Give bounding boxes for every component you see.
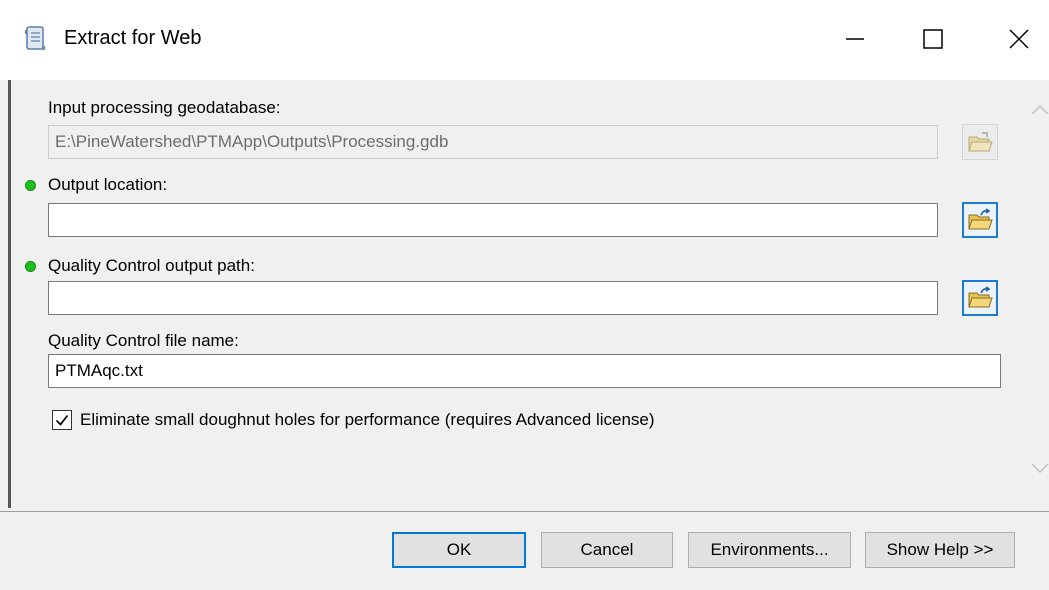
scroll-down-arrow-icon[interactable] (1030, 458, 1049, 478)
environments-button[interactable]: Environments... (688, 532, 851, 568)
qc-file-name-label: Quality Control file name: (48, 331, 239, 350)
show-help-button[interactable]: Show Help >> (865, 532, 1015, 568)
maximize-button[interactable] (910, 16, 956, 62)
required-dot-icon (25, 180, 36, 191)
maximize-icon (923, 29, 943, 49)
open-folder-icon (968, 286, 993, 308)
checkmark-icon (55, 415, 69, 426)
open-folder-icon (968, 132, 993, 152)
input-gdb-label: Input processing geodatabase: (48, 98, 281, 117)
input-gdb-browse-button (962, 124, 998, 160)
scroll-up-arrow-icon[interactable] (1030, 100, 1049, 120)
ok-button[interactable]: OK (392, 532, 526, 568)
minimize-icon (846, 38, 864, 40)
eliminate-holes-label[interactable]: Eliminate small doughnut holes for perfo… (80, 410, 655, 430)
qc-file-name-field[interactable] (48, 354, 1001, 388)
script-tool-icon (24, 26, 46, 51)
qc-output-path-label: Quality Control output path: (48, 256, 255, 275)
window-title: Extract for Web (64, 27, 202, 49)
title-bar: Extract for Web (0, 0, 1049, 80)
output-location-field[interactable] (48, 203, 938, 237)
qc-output-path-field[interactable] (48, 281, 938, 315)
cancel-button[interactable]: Cancel (541, 532, 673, 568)
input-gdb-field (48, 125, 938, 159)
required-dot-icon (25, 261, 36, 272)
qc-output-path-browse-button[interactable] (962, 280, 998, 316)
open-folder-icon (968, 208, 993, 230)
extract-for-web-dialog: Extract for Web Input processing geodata… (0, 0, 1049, 590)
close-button[interactable] (996, 16, 1042, 62)
minimize-button[interactable] (832, 16, 878, 62)
output-location-label: Output location: (48, 175, 168, 194)
close-icon (1009, 29, 1029, 49)
eliminate-holes-checkbox[interactable] (52, 410, 72, 430)
output-location-browse-button[interactable] (962, 202, 998, 238)
